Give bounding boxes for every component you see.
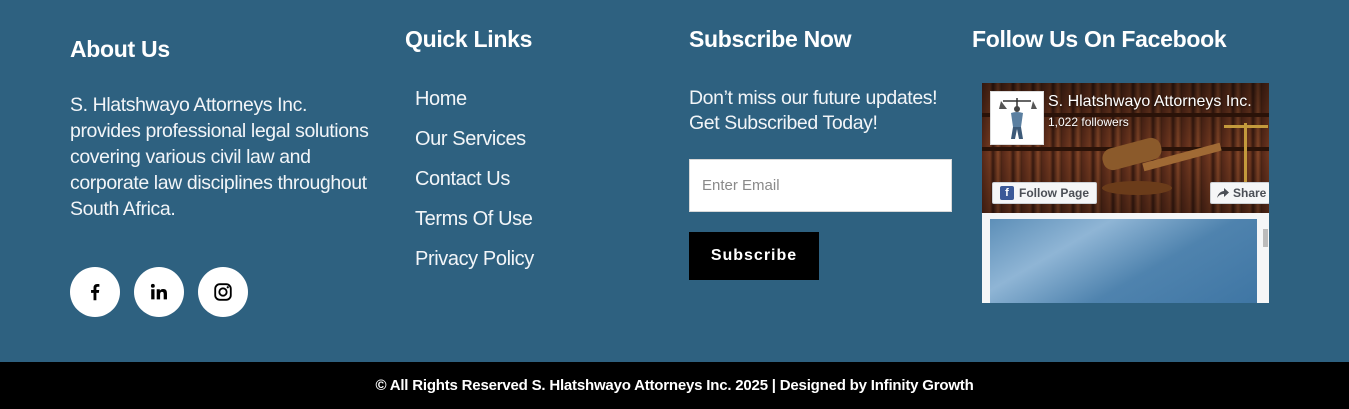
gavel-block-graphic bbox=[1102, 181, 1172, 195]
facebook-social-button[interactable] bbox=[70, 267, 120, 317]
about-text: S. Hlatshwayo Attorneys Inc. provides pr… bbox=[70, 94, 369, 220]
quick-link-privacy-link[interactable]: Privacy Policy bbox=[415, 248, 534, 270]
instagram-social-button[interactable] bbox=[198, 267, 248, 317]
copyright-bar: © All Rights Reserved S. Hlatshwayo Atto… bbox=[0, 362, 1349, 409]
facebook-followers-count: 1,022 followers bbox=[1048, 115, 1129, 129]
linkedin-icon bbox=[150, 283, 167, 300]
facebook-f-icon: f bbox=[1000, 186, 1014, 200]
facebook-follow-button[interactable]: f Follow Page bbox=[992, 182, 1098, 204]
quick-links-heading: Quick Links bbox=[405, 26, 533, 52]
facebook-page-widget: S. Hlatshwayo Attorneys Inc. 1,022 follo… bbox=[982, 83, 1269, 303]
copyright-text: © All Rights Reserved S. Hlatshwayo Atto… bbox=[375, 377, 974, 394]
quick-link-terms-link[interactable]: Terms Of Use bbox=[415, 208, 533, 230]
scale-beam-graphic bbox=[1224, 125, 1268, 128]
lady-justice-logo-icon bbox=[999, 98, 1037, 139]
email-field[interactable] bbox=[689, 159, 952, 212]
facebook-heading: Follow Us On Facebook bbox=[972, 26, 1227, 52]
footer-main: About Us S. Hlatshwayo Attorneys Inc. pr… bbox=[0, 0, 1349, 362]
facebook-post-image bbox=[990, 219, 1257, 303]
follow-label: Follow Page bbox=[1019, 186, 1090, 200]
about-heading: About Us bbox=[70, 36, 170, 62]
facebook-icon bbox=[91, 284, 100, 301]
quick-link-home: Home bbox=[415, 88, 534, 128]
share-arrow-icon bbox=[1217, 188, 1229, 198]
social-links bbox=[70, 267, 248, 317]
quick-link-contact-link[interactable]: Contact Us bbox=[415, 168, 510, 190]
share-label: Share bbox=[1233, 186, 1267, 200]
quick-link-terms: Terms Of Use bbox=[415, 208, 534, 248]
subscribe-text: Don’t miss our future updates! Get Subsc… bbox=[689, 87, 938, 134]
quick-links-list: Home Our Services Contact Us Terms Of Us… bbox=[415, 88, 534, 288]
quick-link-services-link[interactable]: Our Services bbox=[415, 128, 526, 150]
facebook-page-logo[interactable] bbox=[990, 91, 1044, 145]
facebook-page-name[interactable]: S. Hlatshwayo Attorneys Inc. bbox=[1048, 93, 1263, 111]
quick-link-privacy: Privacy Policy bbox=[415, 248, 534, 288]
instagram-icon bbox=[214, 283, 232, 301]
subscribe-heading: Subscribe Now bbox=[689, 26, 852, 52]
linkedin-social-button[interactable] bbox=[134, 267, 184, 317]
quick-link-home-link[interactable]: Home bbox=[415, 88, 467, 110]
quick-link-services: Our Services bbox=[415, 128, 534, 168]
widget-scrollbar[interactable] bbox=[1263, 229, 1268, 247]
facebook-share-button[interactable]: Share bbox=[1210, 182, 1269, 204]
subscribe-button[interactable]: Subscribe bbox=[689, 232, 819, 280]
quick-link-contact: Contact Us bbox=[415, 168, 534, 208]
